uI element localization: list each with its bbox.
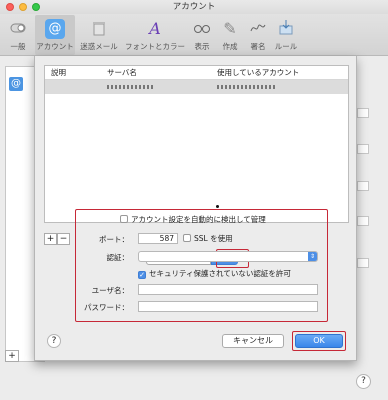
title-bar: アカウント xyxy=(0,0,388,14)
auth-popup[interactable]: ⇕ xyxy=(138,251,318,262)
signature-icon xyxy=(248,19,268,39)
eyeglasses-icon xyxy=(192,19,212,39)
port-field[interactable]: 587 xyxy=(138,233,178,244)
add-account-button[interactable]: + xyxy=(5,350,19,362)
toolbar: 一般 @ アカウント 迷惑メール A フォントとカラー 表示 ✎ 作成 署名 ル… xyxy=(0,14,388,56)
toolbar-junk[interactable]: 迷惑メール xyxy=(78,15,120,55)
auth-label: 認証： xyxy=(106,253,130,262)
password-field[interactable] xyxy=(138,301,318,312)
toolbar-compose[interactable]: ✎ 作成 xyxy=(218,15,242,55)
column-header-description[interactable]: 説明 xyxy=(51,66,66,80)
add-remove-controls: + − xyxy=(44,233,70,245)
zoom-window-button[interactable] xyxy=(32,3,40,11)
toolbar-general[interactable]: 一般 xyxy=(2,15,34,55)
toolbar-signature-label: 署名 xyxy=(250,42,266,51)
pencil-icon: ✎ xyxy=(223,19,237,38)
toolbar-fonts[interactable]: A フォントとカラー xyxy=(124,15,186,55)
server-name-value xyxy=(107,85,153,89)
smtp-server-sheet: 説明 サーバ名 使用しているアカウント + − アカウント情報 詳細 アカウント… xyxy=(34,56,357,361)
ssl-checkbox[interactable] xyxy=(183,234,191,242)
pane-control[interactable] xyxy=(357,108,369,118)
table-row[interactable] xyxy=(45,80,348,94)
auto-detect-row[interactable]: アカウント設定を自動的に検出して管理 xyxy=(120,214,266,225)
cancel-button[interactable]: キャンセル xyxy=(222,334,284,348)
toolbar-view-label: 表示 xyxy=(194,42,210,51)
column-header-account[interactable]: 使用しているアカウント xyxy=(217,66,299,80)
toolbar-accounts-label: アカウント xyxy=(36,42,74,51)
toolbar-signature[interactable]: 署名 xyxy=(246,15,270,55)
switch-icon xyxy=(8,19,28,39)
close-window-button[interactable] xyxy=(6,3,14,11)
font-icon: A xyxy=(149,19,161,38)
at-sign-icon: @ xyxy=(45,19,65,39)
minimize-window-button[interactable] xyxy=(19,3,27,11)
toolbar-junk-label: 迷惑メール xyxy=(80,42,118,51)
toolbar-compose-label: 作成 xyxy=(222,42,238,51)
sheet-help-button[interactable]: ? xyxy=(47,334,61,348)
ok-button[interactable]: OK xyxy=(295,334,343,348)
pane-control[interactable] xyxy=(357,181,369,191)
port-label: ポート： xyxy=(99,235,129,244)
preferences-window: アカウント 一般 @ アカウント 迷惑メール A フォントとカラー 表示 ✎ 作… xyxy=(0,0,388,400)
pane-control[interactable] xyxy=(357,216,369,226)
rules-icon xyxy=(276,19,296,39)
allow-insecure-row[interactable]: ✓ セキュリティ保護されていない認証を許可 xyxy=(138,268,291,279)
allow-insecure-checkbox[interactable]: ✓ xyxy=(138,271,146,279)
ssl-row[interactable]: SSL を使用 xyxy=(183,233,233,244)
account-name-value xyxy=(217,85,277,89)
window-help-button[interactable]: ? xyxy=(356,374,371,389)
username-field[interactable] xyxy=(138,284,318,295)
pane-control[interactable] xyxy=(357,144,369,154)
pane-control[interactable] xyxy=(357,258,369,268)
chevron-updown-icon: ⇕ xyxy=(308,252,317,261)
table-header: 説明 サーバ名 使用しているアカウント xyxy=(45,66,348,80)
auto-detect-label: アカウント設定を自動的に検出して管理 xyxy=(131,215,266,224)
toolbar-rules-label: ルール xyxy=(274,42,298,51)
account-item[interactable]: @ xyxy=(9,77,23,91)
username-label: ユーザ名： xyxy=(91,286,129,295)
allow-insecure-label: セキュリティ保護されていない認証を許可 xyxy=(149,269,291,278)
cursor-dot xyxy=(216,205,219,208)
auto-detect-checkbox[interactable] xyxy=(120,215,128,223)
toolbar-general-label: 一般 xyxy=(10,42,26,51)
server-list-table: 説明 サーバ名 使用しているアカウント xyxy=(44,65,349,223)
toolbar-rules[interactable]: ルール xyxy=(272,15,300,55)
toolbar-accounts[interactable]: @ アカウント xyxy=(35,15,75,55)
window-title: アカウント xyxy=(172,2,216,12)
remove-server-button[interactable]: − xyxy=(57,233,70,245)
add-server-button[interactable]: + xyxy=(44,233,57,245)
password-label: パスワード： xyxy=(84,303,129,312)
column-header-server[interactable]: サーバ名 xyxy=(107,66,137,80)
trash-icon xyxy=(89,19,109,39)
toolbar-view[interactable]: 表示 xyxy=(190,15,214,55)
ssl-label: SSL を使用 xyxy=(194,234,233,243)
toolbar-fonts-label: フォントとカラー xyxy=(125,42,185,51)
